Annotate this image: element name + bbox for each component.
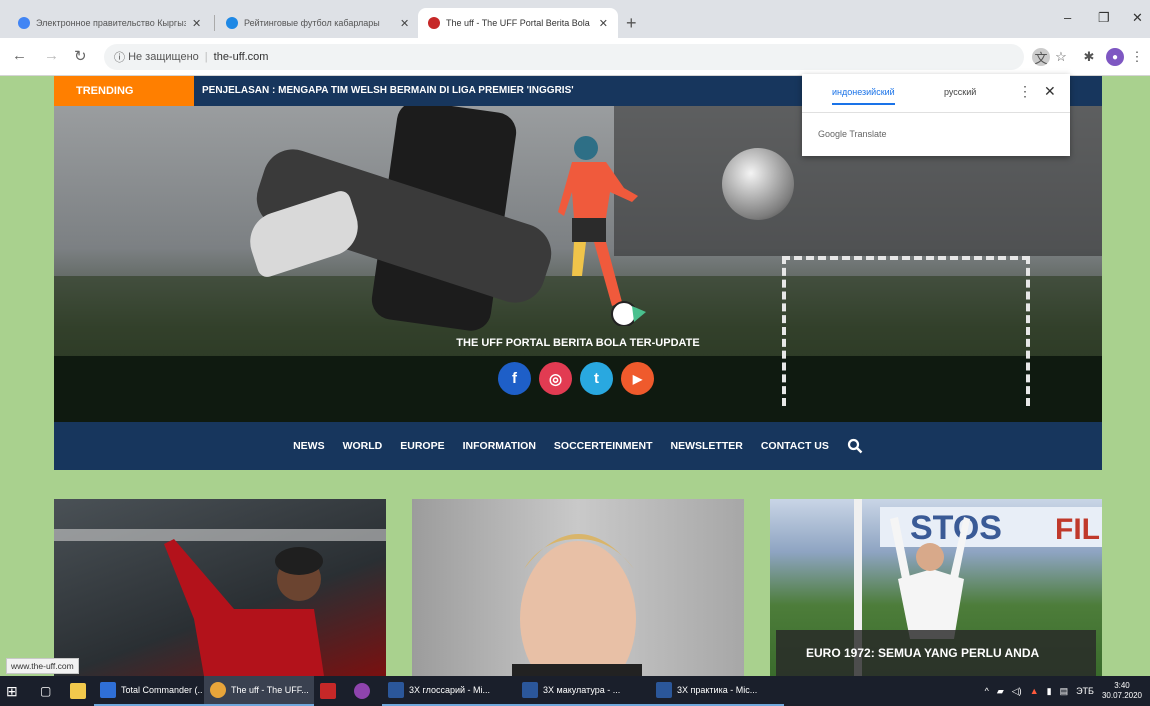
start-windows-icon[interactable]: ⊞	[0, 676, 34, 706]
article-caption[interactable]: EURO 1972: SEMUA YANG PERLU ANDA	[776, 630, 1096, 676]
taskbar-app-word-3[interactable]: 3Х практика - Mic...	[650, 676, 784, 706]
browser-tab-strip: Электронное правительство Кыргызской Рес…	[0, 0, 1150, 38]
taskbar-app-red[interactable]	[314, 676, 348, 706]
chrome-icon	[210, 682, 226, 698]
profile-avatar[interactable]: ●	[1106, 48, 1124, 66]
clock[interactable]: 3:40 30.07.2020	[1102, 681, 1142, 701]
translate-close-icon[interactable]: ✕	[1044, 83, 1056, 100]
trending-headline[interactable]: PENJELASAN : MENGAPA TIM WELSH BERMAIN D…	[202, 85, 574, 96]
network-icon[interactable]: ▰	[997, 686, 1004, 697]
article-card[interactable]: STOS FIL EURO 1972: SEMUA YANG PERLU AND…	[770, 499, 1102, 676]
browser-tab-2[interactable]: Рейтинговые футбол кабарлары ✕	[216, 8, 419, 38]
windows-taskbar: ⊞ ▢ Total Commander (.. The uff - The UF…	[0, 676, 1150, 706]
taskbar-app-purple[interactable]	[348, 676, 382, 706]
social-links: f ◎ t ▶	[498, 362, 654, 395]
facebook-icon[interactable]: f	[498, 362, 531, 395]
nav-contact-us[interactable]: CONTACT US	[761, 440, 829, 452]
volume-icon[interactable]: ◁)	[1012, 686, 1022, 697]
url-text[interactable]: the-uff.com	[214, 51, 269, 63]
hero-title: THE UFF PORTAL BERITA BOLA TER-UPDATE	[456, 337, 700, 349]
close-window-button[interactable]: ✕	[1132, 10, 1143, 26]
tab-favicon-icon	[428, 17, 440, 29]
translate-icon[interactable]: 文	[1032, 48, 1050, 66]
goal-net-image	[782, 256, 1030, 406]
file-explorer-icon[interactable]	[64, 676, 94, 706]
forward-arrow-icon[interactable]: →	[44, 47, 59, 64]
tab-label: The uff - The UFF Portal Berita Bola	[446, 18, 590, 28]
new-tab-button[interactable]: +	[626, 13, 637, 34]
info-icon[interactable]: ⓘ	[114, 49, 128, 65]
task-view-icon[interactable]: ▢	[34, 676, 64, 706]
nav-news[interactable]: NEWS	[293, 440, 325, 452]
tab-favicon-icon	[226, 17, 238, 29]
browser-menu-icon[interactable]: ⋮	[1128, 48, 1146, 66]
nav-soccerteinment[interactable]: SOCCERTEINMENT	[554, 440, 653, 452]
browser-tab-1[interactable]: Электронное правительство Кыргызской Рес…	[8, 8, 211, 38]
system-tray: ^ ▰ ◁) ▲ ▮ ▤ ЭТБ 3:40 30.07.2020	[985, 676, 1150, 706]
warning-icon[interactable]: ▲	[1030, 686, 1039, 696]
back-arrow-icon[interactable]: ←	[12, 47, 27, 64]
article-image	[512, 534, 642, 676]
site-logo-icon[interactable]	[514, 126, 654, 326]
bookmark-star-icon[interactable]: ☆	[1052, 48, 1070, 66]
minimize-button[interactable]: –	[1064, 10, 1071, 25]
instagram-icon[interactable]: ◎	[539, 362, 572, 395]
extensions-icon[interactable]: ✱	[1080, 48, 1098, 66]
security-label: Не защищено	[128, 51, 199, 63]
notification-icon[interactable]: ▤	[1060, 686, 1069, 697]
translate-footer: Google Translate	[818, 129, 887, 139]
tab-label: Электронное правительство Кыргызской Рес…	[36, 18, 186, 28]
browser-tab-3[interactable]: The uff - The UFF Portal Berita Bola ✕	[418, 8, 618, 38]
reload-icon[interactable]: ↻	[74, 47, 87, 65]
twitter-icon[interactable]: t	[580, 362, 613, 395]
article-card[interactable]	[412, 499, 744, 676]
trending-label: TRENDING	[54, 76, 194, 106]
word-icon	[522, 682, 538, 698]
translate-language-indonesian[interactable]: индонезийский	[832, 87, 895, 105]
taskbar-app-chrome[interactable]: The uff - The UFF...	[204, 676, 314, 706]
total-commander-icon	[100, 682, 116, 698]
tab-favicon-icon	[18, 17, 30, 29]
football-image	[722, 148, 794, 220]
svg-text:FIL: FIL	[1055, 513, 1100, 546]
omnibox[interactable]: ⓘ Не защищено | the-uff.com	[104, 44, 1024, 70]
youtube-icon[interactable]: ▶	[621, 362, 654, 395]
translate-language-russian[interactable]: русский	[944, 87, 976, 97]
nav-europe[interactable]: EUROPE	[400, 440, 444, 452]
translate-popup: индонезийский русский ⋮ ✕ Google Transla…	[802, 74, 1070, 156]
main-navigation: NEWS WORLD EUROPE INFORMATION SOCCERTEIN…	[54, 422, 1102, 470]
taskbar-app-total-commander[interactable]: Total Commander (..	[94, 676, 204, 706]
taskbar-app-word-2[interactable]: 3Х макулатура - ...	[516, 676, 650, 706]
tab-close-icon[interactable]: ✕	[599, 17, 608, 30]
maximize-button[interactable]: ❐	[1098, 10, 1110, 26]
app-icon	[354, 683, 370, 699]
nav-information[interactable]: INFORMATION	[463, 440, 536, 452]
app-icon	[320, 683, 336, 699]
article-card[interactable]	[54, 499, 386, 676]
battery-icon[interactable]: ▮	[1047, 686, 1052, 697]
word-icon	[656, 682, 672, 698]
tab-close-icon[interactable]: ✕	[400, 17, 409, 30]
taskbar-app-word-1[interactable]: 3Х глоссарий - Mi...	[382, 676, 516, 706]
svg-text:STOS: STOS	[910, 509, 1002, 547]
tab-label: Рейтинговые футбол кабарлары	[244, 18, 380, 28]
tray-chevron-icon[interactable]: ^	[985, 686, 989, 696]
status-bar-url: www.the-uff.com	[6, 658, 79, 674]
nav-world[interactable]: WORLD	[343, 440, 383, 452]
translate-more-icon[interactable]: ⋮	[1018, 83, 1032, 100]
address-toolbar: ← → ↻ ⓘ Не защищено | the-uff.com 文 ☆ ✱ …	[0, 38, 1150, 76]
input-language[interactable]: ЭТБ	[1076, 686, 1094, 696]
nav-newsletter[interactable]: NEWSLETTER	[671, 440, 743, 452]
word-icon	[388, 682, 404, 698]
search-icon[interactable]	[847, 438, 863, 454]
tab-close-icon[interactable]: ✕	[192, 17, 201, 30]
article-image	[54, 529, 386, 676]
